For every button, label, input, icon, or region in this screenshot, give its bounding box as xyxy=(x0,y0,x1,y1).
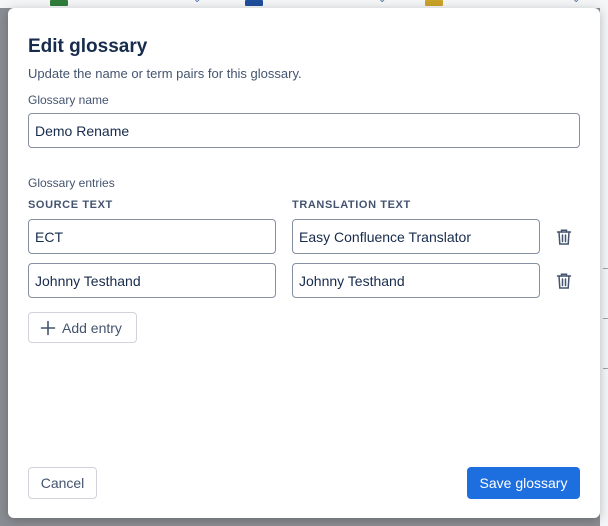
cancel-button[interactable]: Cancel xyxy=(28,467,97,499)
translation-text-input[interactable]: Easy Confluence Translator xyxy=(292,219,540,254)
chevron-down-icon: ⌄ xyxy=(378,0,386,5)
translation-text-column-header: TRANSLATION TEXT xyxy=(292,199,411,211)
plus-icon xyxy=(40,320,56,336)
flag-icon xyxy=(245,0,263,6)
save-glossary-button[interactable]: Save glossary xyxy=(467,467,580,499)
chevron-down-icon: ⌄ xyxy=(572,0,580,5)
translation-text-value: Johnny Testhand xyxy=(299,272,405,289)
source-text-column-header: SOURCE TEXT xyxy=(28,199,113,211)
chevron-down-icon: ⌄ xyxy=(193,0,201,5)
background-page-edge xyxy=(600,0,608,526)
dialog-subtitle: Update the name or term pairs for this g… xyxy=(28,66,302,81)
glossary-entries-label: Glossary entries xyxy=(28,176,115,190)
dialog-title: Edit glossary xyxy=(28,36,148,57)
glossary-name-value: Demo Rename xyxy=(35,122,130,139)
trash-icon[interactable] xyxy=(554,227,574,247)
background-page: ⌄ ⌄ ⌄ xyxy=(0,0,608,8)
translation-text-input[interactable]: Johnny Testhand xyxy=(292,263,540,298)
source-text-value: ECT xyxy=(35,228,63,245)
translation-text-value: Easy Confluence Translator xyxy=(299,228,471,245)
source-text-value: Johnny Testhand xyxy=(35,272,141,289)
source-text-input[interactable]: ECT xyxy=(28,219,276,254)
add-entry-label: Add entry xyxy=(62,319,122,336)
flag-icon xyxy=(425,0,443,6)
source-text-input[interactable]: Johnny Testhand xyxy=(28,263,276,298)
add-entry-button[interactable]: Add entry xyxy=(28,312,137,343)
glossary-name-label: Glossary name xyxy=(28,93,109,107)
glossary-name-input[interactable]: Demo Rename xyxy=(28,113,580,148)
flag-icon xyxy=(50,0,68,6)
edit-glossary-dialog: Edit glossary Update the name or term pa… xyxy=(8,8,600,518)
trash-icon[interactable] xyxy=(554,271,574,291)
